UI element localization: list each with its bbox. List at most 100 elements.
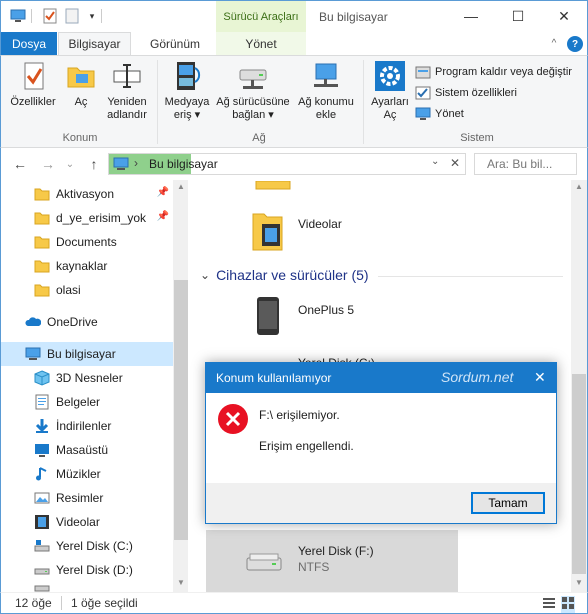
pin-icon: 📌 xyxy=(156,187,169,198)
group-separator xyxy=(363,60,364,144)
new-folder-icon[interactable] xyxy=(63,7,81,25)
up-button[interactable]: ↑ xyxy=(85,155,103,173)
nav-item-disk-c[interactable]: Yerel Disk (C:) xyxy=(1,534,173,558)
add-location-label-1: Ağ konumu xyxy=(298,96,354,108)
nav-item-label: 3D Nesneler xyxy=(56,371,123,385)
scroll-up-icon[interactable]: ▲ xyxy=(177,182,185,191)
desktop-icon xyxy=(34,442,50,458)
system-properties-button[interactable]: Sistem özellikleri xyxy=(415,85,517,101)
details-view-icon[interactable] xyxy=(542,596,556,613)
nav-item-aktivasyon[interactable]: Aktivasyon 📌 xyxy=(1,182,173,206)
map-network-drive-button[interactable]: Ağ sürücüsüne bağlan ▾ xyxy=(215,60,291,122)
window-title: Bu bilgisayar xyxy=(319,10,388,24)
nav-item-downloads[interactable]: İndirilenler xyxy=(1,414,173,438)
nav-item-documents-lib[interactable]: Belgeler xyxy=(1,390,173,414)
large-icons-view-icon[interactable] xyxy=(561,596,575,613)
dialog-close-button[interactable]: ✕ xyxy=(534,369,546,386)
nav-item-label: Yerel Disk (D:) xyxy=(56,563,133,577)
nav-item-d-ye-erisim-yok[interactable]: d_ye_erisim_yok 📌 xyxy=(1,206,173,230)
oneplus-item-label[interactable]: OnePlus 5 xyxy=(298,303,354,317)
nav-item-3d-objects[interactable]: 3D Nesneler xyxy=(1,366,173,390)
open-settings-button[interactable]: Ayarları Aç xyxy=(367,60,413,122)
drive-icon xyxy=(34,562,50,578)
access-media-button[interactable]: Medyaya eriş ▾ xyxy=(161,60,213,122)
properties-button[interactable]: Özellikler xyxy=(7,60,59,109)
recent-locations-button[interactable]: ⌄ xyxy=(61,155,79,173)
videos-item-label[interactable]: Videolar xyxy=(298,217,342,231)
forward-button[interactable]: → xyxy=(39,155,57,173)
open-button[interactable]: Aç xyxy=(63,60,99,109)
scroll-down-icon[interactable]: ▼ xyxy=(575,578,583,587)
uninstall-program-button[interactable]: Program kaldır veya değiştir xyxy=(415,64,572,80)
nav-scrollbar[interactable]: ▲ ▼ xyxy=(173,180,188,592)
customize-qa-icon[interactable]: ▾ xyxy=(83,7,101,25)
nav-item-this-pc[interactable]: Bu bilgisayar xyxy=(1,342,173,366)
phone-icon[interactable] xyxy=(256,296,280,339)
nav-item-videos[interactable]: Videolar xyxy=(1,510,173,534)
tab-file[interactable]: Dosya xyxy=(1,32,57,55)
disk-f-selected-item[interactable]: Yerel Disk (F:) NTFS xyxy=(206,530,458,592)
error-icon xyxy=(217,403,249,438)
folder-icon xyxy=(34,234,50,250)
rename-label-2: adlandır xyxy=(107,109,147,121)
breadcrumb-chevron-icon[interactable]: › xyxy=(134,156,138,170)
search-input[interactable]: Ara: Bu bil... xyxy=(474,153,577,175)
address-row: ← → ⌄ ↑ › Bu bilgisayar ⌄ ✕ Ara: Bu bil.… xyxy=(0,148,588,180)
address-bar[interactable]: › Bu bilgisayar ⌄ ✕ xyxy=(108,153,466,175)
partial-folder-icon[interactable] xyxy=(252,180,292,190)
media-icon xyxy=(171,60,203,92)
properties-check-icon[interactable] xyxy=(41,7,59,25)
scroll-down-icon[interactable]: ▼ xyxy=(177,578,185,587)
settings-label-1: Ayarları xyxy=(371,96,409,108)
drive-icon xyxy=(34,582,50,592)
chevron-down-icon[interactable]: ⌄ xyxy=(200,268,210,282)
tab-computer[interactable]: Bilgisayar xyxy=(58,32,131,55)
computer-management-icon xyxy=(415,106,431,122)
breadcrumb[interactable]: Bu bilgisayar xyxy=(149,157,218,171)
nav-item-documents[interactable]: Documents xyxy=(1,230,173,254)
ribbon: Özellikler Aç Yeniden adlandır Konum Med… xyxy=(0,55,588,148)
minimize-button[interactable]: — xyxy=(448,1,494,31)
nav-item-label: İndirilenler xyxy=(56,419,112,433)
close-button[interactable]: ✕ xyxy=(541,1,587,31)
videos-folder-icon[interactable] xyxy=(252,210,284,255)
nav-item-partial[interactable] xyxy=(1,582,173,592)
scroll-up-icon[interactable]: ▲ xyxy=(575,182,583,191)
nav-scroll-thumb[interactable] xyxy=(174,280,188,540)
nav-item-pictures[interactable]: Resimler xyxy=(1,486,173,510)
title-bar: ▾ Sürücü Araçları Bu bilgisayar — ☐ ✕ xyxy=(0,0,588,33)
nav-item-label: Documents xyxy=(56,235,117,249)
nav-item-kaynaklar[interactable]: kaynaklar xyxy=(1,254,173,278)
nav-item-olasi[interactable]: olasi xyxy=(1,278,173,302)
content-scroll-thumb[interactable] xyxy=(572,374,586,574)
address-dropdown-button[interactable]: ⌄ xyxy=(431,156,439,167)
picture-icon xyxy=(34,490,50,506)
ok-button[interactable]: Tamam xyxy=(471,492,545,514)
tab-view[interactable]: Görünüm xyxy=(136,32,214,55)
devices-section-header[interactable]: ⌄ Cihazlar ve sürücüler (5) xyxy=(200,267,369,283)
collapse-ribbon-button[interactable]: ^ xyxy=(545,32,563,55)
manage-label: Yönet xyxy=(435,108,464,120)
watermark: Sordum.net xyxy=(441,369,514,385)
nav-item-desktop[interactable]: Masaüstü xyxy=(1,438,173,462)
help-button[interactable]: ? xyxy=(567,36,583,52)
folder-icon xyxy=(34,258,50,274)
rename-button[interactable]: Yeniden adlandır xyxy=(101,60,153,122)
nav-item-label: Resimler xyxy=(56,491,104,505)
nav-item-music[interactable]: Müzikler xyxy=(1,462,173,486)
navigation-pane: Aktivasyon 📌 d_ye_erisim_yok 📌 Documents… xyxy=(0,180,188,592)
manage-button[interactable]: Yönet xyxy=(415,106,464,122)
nav-item-disk-d[interactable]: Yerel Disk (D:) xyxy=(1,558,173,582)
section-divider xyxy=(378,276,563,277)
nav-item-onedrive[interactable]: OneDrive xyxy=(1,310,173,334)
content-scrollbar[interactable]: ▲ ▼ xyxy=(571,180,587,592)
maximize-button[interactable]: ☐ xyxy=(495,1,541,31)
nav-item-label: Masaüstü xyxy=(56,443,109,457)
clear-address-button[interactable]: ✕ xyxy=(450,156,460,170)
tab-manage[interactable]: Yönet xyxy=(216,32,306,55)
folder-icon xyxy=(34,282,50,298)
back-button[interactable]: ← xyxy=(11,155,29,173)
add-network-location-button[interactable]: Ağ konumu ekle xyxy=(293,60,359,122)
computer-icon[interactable] xyxy=(9,7,27,25)
dialog-title-bar[interactable]: Konum kullanılamıyor Sordum.net ✕ xyxy=(206,363,556,393)
